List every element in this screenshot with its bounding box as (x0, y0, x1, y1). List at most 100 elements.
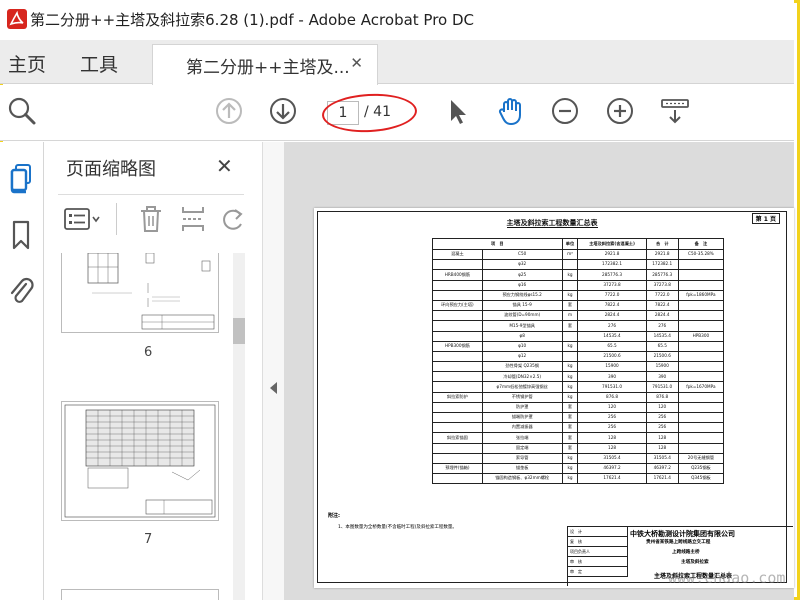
table-row: HPB300钢筋 φ10 kg 65.5 65.5 (432, 340, 725, 352)
rotate-page-icon[interactable] (220, 204, 246, 234)
table-cell: φ32 (481, 259, 563, 271)
table-cell (432, 381, 483, 393)
next-page-icon[interactable] (267, 95, 299, 127)
table-cell (677, 310, 725, 322)
table-cell (432, 350, 483, 363)
table-cell: fpk=1670MPa (677, 381, 725, 393)
scrollbar-thumb[interactable] (233, 318, 245, 344)
table-row: 内置减振器套 256 256 (432, 422, 725, 434)
project-subtitle: 上跨线路主桥 (672, 550, 700, 555)
page-thumbnail[interactable] (61, 252, 219, 333)
zoom-in-icon[interactable] (604, 95, 636, 127)
table-cell: 套 (561, 411, 579, 424)
options-menu-icon[interactable] (64, 207, 102, 231)
quantity-table-body: 混凝土 C50 m³ 2921.8 2921.8 C50-35.28% φ32 172382.… (432, 248, 725, 485)
table-cell (432, 330, 483, 342)
watermark: www.cndao.com (668, 569, 786, 587)
thumbnail-scrollbar[interactable] (233, 253, 245, 600)
hand-tool-icon[interactable] (495, 95, 527, 127)
table-cell: 17621.4 (577, 473, 647, 485)
acrobat-app-icon[interactable] (6, 8, 28, 30)
table-cell: 预埋件(锚箱) (432, 462, 483, 475)
bookmark-icon[interactable] (6, 218, 36, 252)
table-cell: kg (561, 452, 579, 464)
thumbnail-drawing-6 (87, 252, 215, 330)
table-cell: 环向预应力(主塔) (432, 299, 483, 312)
tab-bar: 主页 工具 第二分册++主塔及... ✕ (0, 40, 794, 85)
table-cell: 套 (561, 422, 579, 434)
table-row: 混凝土 C50 m³ 2921.8 2921.8 C50-35.28% (432, 248, 725, 261)
table-cell: Q235钢板 (677, 462, 725, 475)
table-row: 劲性骨架 Q235钢 kg 15900 15900 (432, 361, 725, 373)
table-cell: M15-9型锚具 (481, 320, 563, 332)
title-block-row: 复 核 (568, 537, 628, 547)
table-cell: 2921.8 (645, 248, 679, 261)
table-cell: 斜拉索锚固 (432, 432, 483, 444)
table-row: φ16 37273.8 37273.8 (432, 279, 725, 291)
close-panel-icon[interactable]: ✕ (216, 154, 233, 178)
table-cell: 15900 (645, 361, 679, 373)
table-cell: 31505.4 (577, 452, 647, 464)
table-row: 环向预应力(主塔) 锚具 15-9 套 7822.4 7822.4 (432, 299, 725, 312)
page-thumbnail[interactable] (61, 589, 219, 600)
title-block-row: 审 核 (568, 557, 628, 567)
tab-home[interactable]: 主页 (8, 50, 46, 77)
table-cell: 876.8 (645, 391, 679, 403)
table-cell: 876.8 (577, 391, 647, 403)
table-cell (432, 422, 483, 434)
table-cell: 17621.4 (645, 473, 679, 485)
table-cell: 120 (645, 401, 679, 414)
table-cell: 37273.8 (577, 279, 647, 291)
insert-page-icon[interactable] (180, 204, 206, 234)
table-cell: 混凝土 (432, 248, 483, 261)
table-cell (677, 361, 725, 373)
table-cell: 172382.1 (645, 259, 679, 271)
table-cell: 套 (561, 401, 579, 414)
table-cell: HPB300钢筋 (432, 340, 483, 352)
tab-tools[interactable]: 工具 (80, 50, 118, 77)
tab-document[interactable]: 第二分册++主塔及... ✕ (152, 44, 378, 85)
attachment-icon[interactable] (6, 274, 36, 308)
table-cell: 套 (561, 442, 579, 454)
page-thumbnail[interactable] (61, 401, 219, 521)
table-cell: C50 (481, 248, 563, 261)
zoom-out-icon[interactable] (549, 95, 581, 127)
table-row: 锚固构造钢板、φ32mm螺栓 kg 17621.4 17621.4 Q345钢板 (432, 473, 725, 485)
table-cell: kg (561, 371, 579, 383)
project-subtitle-2: 主塔及斜拉索 (681, 560, 709, 565)
table-cell: 285776.3 (577, 269, 647, 281)
document-view[interactable]: 第 1 页 主塔及斜拉索工程数量汇总表 项 目 单位 主塔及斜拉索(含混凝土) … (284, 142, 794, 600)
table-row: 斜拉索锚固 张拉端套 128 128 (432, 432, 725, 444)
window-title: 第二分册++主塔及斜拉索6.28 (1).pdf - Adobe Acrobat… (30, 11, 475, 29)
search-icon[interactable] (6, 95, 38, 127)
table-cell (432, 320, 483, 332)
previous-page-icon[interactable] (213, 95, 245, 127)
delete-page-icon[interactable] (138, 204, 164, 234)
table-row: φ32 172382.1 172382.1 (432, 259, 725, 271)
table-cell (432, 452, 483, 464)
close-tab-icon[interactable]: ✕ (350, 54, 363, 72)
table-cell: kg (561, 340, 579, 352)
scrolling-mode-icon[interactable] (659, 95, 691, 127)
table-cell (432, 473, 483, 485)
table-cell (432, 442, 483, 454)
table-cell: 套 (561, 299, 579, 312)
collapse-arrow-icon[interactable] (270, 382, 277, 394)
select-pointer-icon[interactable] (441, 95, 473, 127)
table-cell: 2921.8 (577, 248, 647, 261)
table-cell: HRB400钢筋 (432, 269, 483, 281)
table-cell (561, 279, 579, 291)
table-header: 合 计 (645, 238, 679, 250)
tool-divider (116, 203, 117, 235)
table-cell: 斜拉索防护 (432, 391, 483, 403)
table-cell: 172382.1 (577, 259, 647, 271)
table-cell (432, 411, 483, 424)
table-cell: 2824.4 (645, 310, 679, 322)
table-cell: φ10 (481, 340, 563, 352)
panel-title: 页面缩略图 (66, 159, 156, 180)
page-thumbnails-icon[interactable] (6, 162, 36, 196)
panel-collapse-strip[interactable] (262, 142, 284, 600)
table-cell: 46397.2 (645, 462, 679, 475)
table-cell (677, 279, 725, 291)
table-cell (432, 401, 483, 414)
